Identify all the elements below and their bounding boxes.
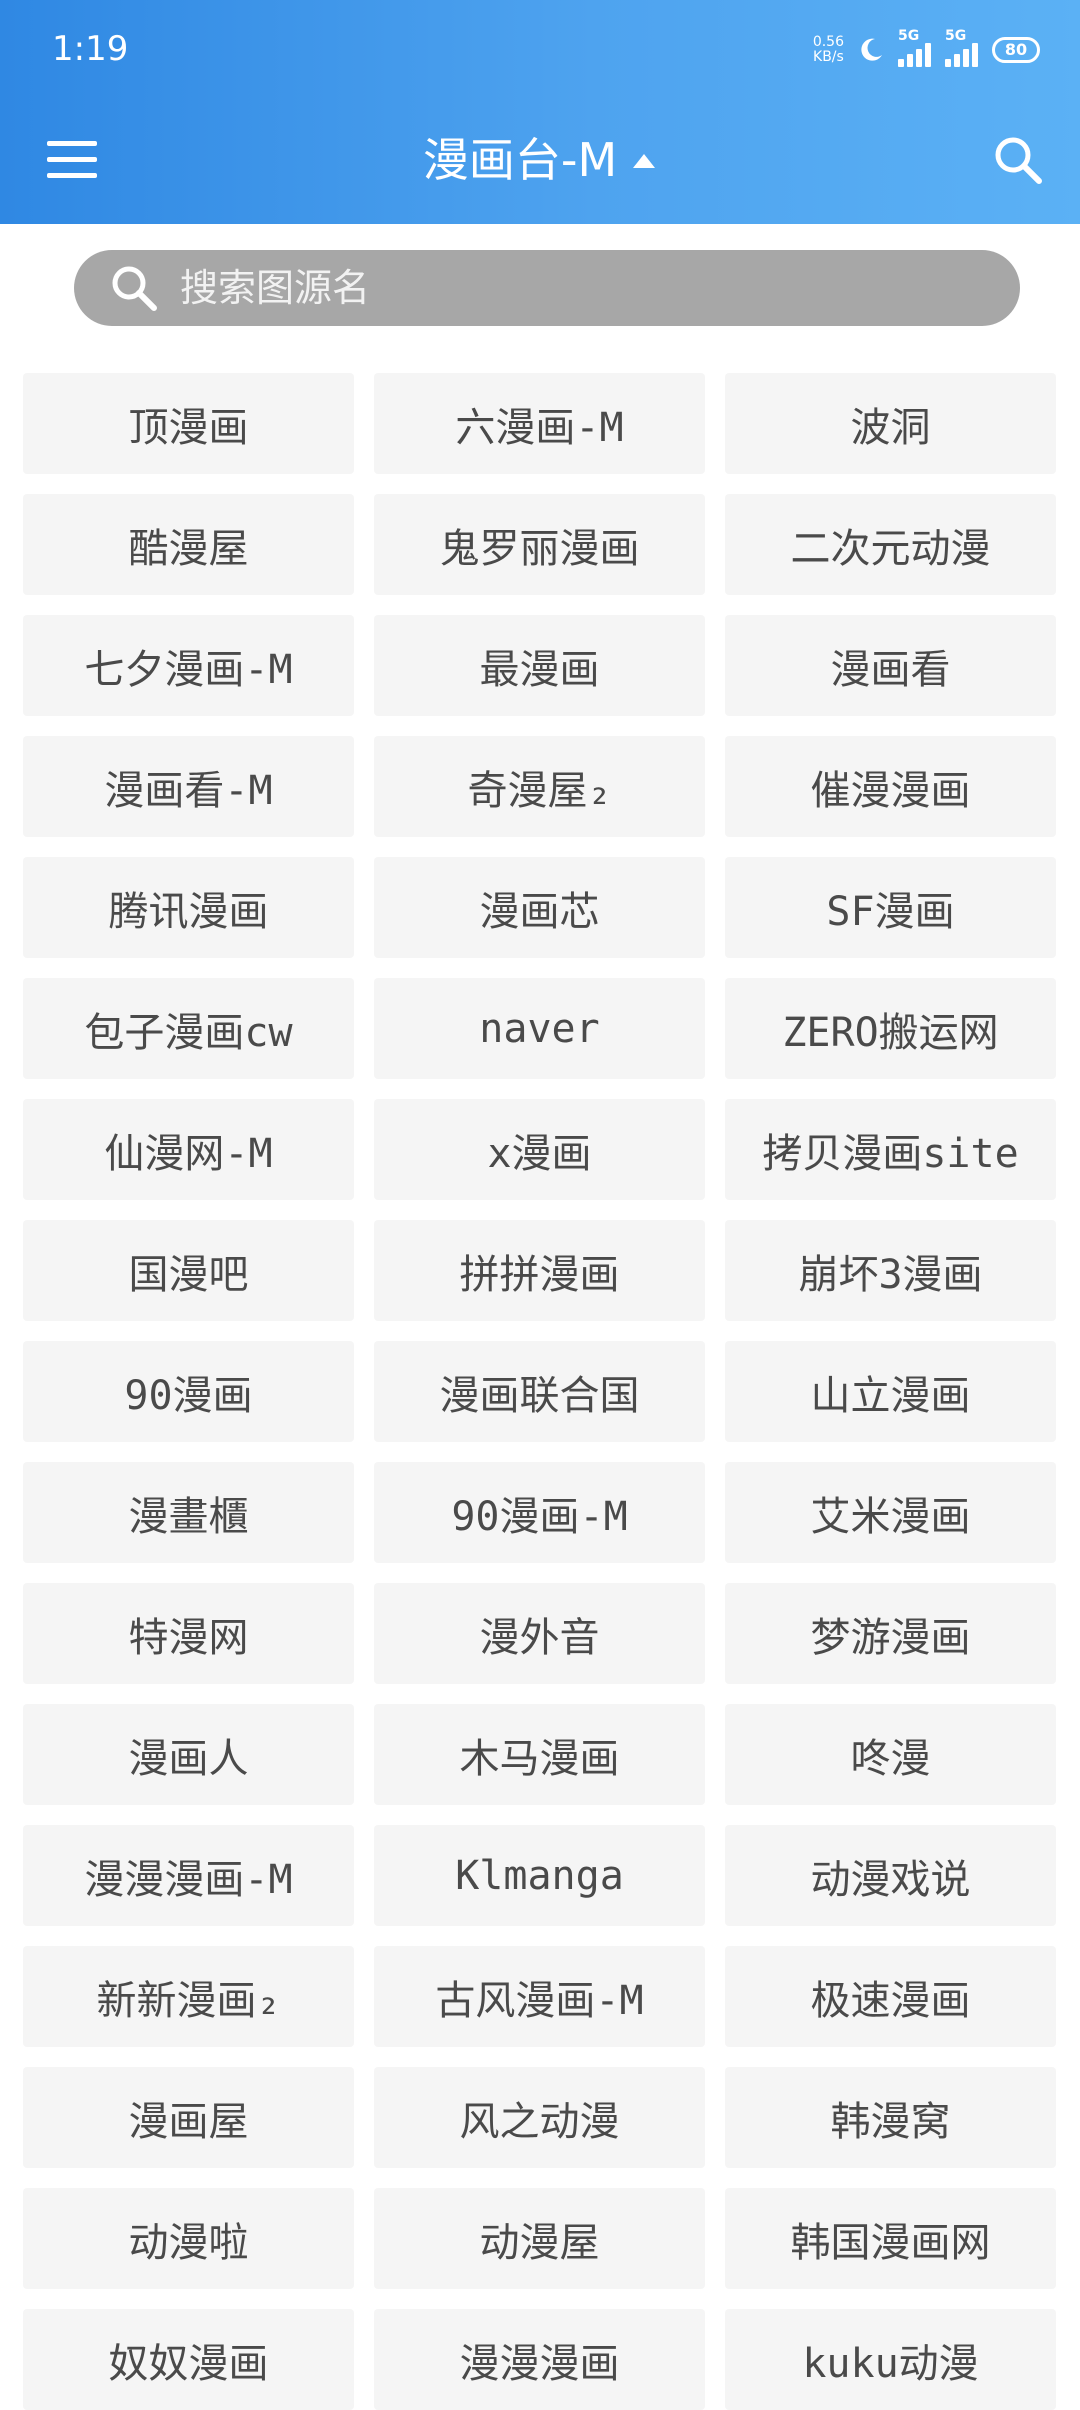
menu-icon[interactable] bbox=[34, 130, 110, 190]
source-tile[interactable]: Klmanga bbox=[374, 1825, 705, 1926]
source-tile[interactable]: 动漫屋 bbox=[374, 2188, 705, 2289]
source-tile[interactable]: 漫漫漫画 bbox=[374, 2309, 705, 2410]
source-selector[interactable]: 漫画台-M bbox=[300, 122, 780, 198]
source-tile[interactable]: 漫漫漫画-M bbox=[23, 1825, 354, 1926]
source-tile[interactable]: 古风漫画-M bbox=[374, 1946, 705, 2047]
network-speed: 0.56 KB/s bbox=[813, 35, 844, 65]
source-search-input[interactable] bbox=[180, 266, 940, 310]
source-tile[interactable]: naver bbox=[374, 978, 705, 1079]
source-tile[interactable]: 鬼罗丽漫画 bbox=[374, 494, 705, 595]
status-bar: 1:19 0.56 KB/s 5G 5G 80 bbox=[0, 0, 1080, 96]
source-tile[interactable]: 腾讯漫画 bbox=[23, 857, 354, 958]
signal-bar bbox=[898, 59, 904, 67]
status-time: 1:19 bbox=[52, 29, 129, 69]
source-tile[interactable]: 风之动漫 bbox=[374, 2067, 705, 2168]
signal-bar bbox=[963, 49, 969, 67]
page-title: 漫画台-M bbox=[422, 133, 618, 187]
toolbar: 漫画台-M bbox=[0, 96, 1080, 224]
signal-strength-1: 5G bbox=[898, 29, 931, 67]
signal-strength-2: 5G bbox=[945, 29, 978, 67]
moon-icon bbox=[861, 38, 882, 61]
app-bar: 1:19 0.56 KB/s 5G 5G 80 漫画台-M bbox=[0, 0, 1080, 224]
source-tile[interactable]: 韩漫窝 bbox=[725, 2067, 1056, 2168]
search-icon bbox=[112, 266, 157, 311]
caret-up-icon bbox=[633, 154, 656, 168]
source-tile[interactable]: 极速漫画 bbox=[725, 1946, 1056, 2047]
source-tile[interactable]: 漫画芯 bbox=[374, 857, 705, 958]
source-tile[interactable]: x漫画 bbox=[374, 1099, 705, 1200]
source-tile[interactable]: 90漫画 bbox=[23, 1341, 354, 1442]
source-tile[interactable]: 二次元动漫 bbox=[725, 494, 1056, 595]
source-search-bar[interactable] bbox=[74, 250, 1020, 326]
signal-bar bbox=[916, 49, 922, 67]
source-tile[interactable]: 崩坏3漫画 bbox=[725, 1220, 1056, 1321]
source-tile[interactable]: 动漫戏说 bbox=[725, 1825, 1056, 1926]
source-tile[interactable]: 漫画人 bbox=[23, 1704, 354, 1805]
source-tile[interactable]: 七夕漫画-M bbox=[23, 615, 354, 716]
source-tile[interactable]: 酷漫屋 bbox=[23, 494, 354, 595]
search-icon-glyph bbox=[995, 137, 1042, 184]
source-tile[interactable]: SF漫画 bbox=[725, 857, 1056, 958]
source-tile[interactable]: 漫画联合国 bbox=[374, 1341, 705, 1442]
source-grid: 顶漫画 六漫画-M 波洞 酷漫屋 鬼罗丽漫画 二次元动漫 七夕漫画-M 最漫画 … bbox=[23, 373, 1057, 2410]
source-tile[interactable]: 仙漫网-M bbox=[23, 1099, 354, 1200]
signal-bar bbox=[925, 43, 931, 67]
battery-indicator: 80 bbox=[992, 37, 1040, 63]
source-tile[interactable]: 梦游漫画 bbox=[725, 1583, 1056, 1684]
source-tile[interactable]: 催漫漫画 bbox=[725, 736, 1056, 837]
source-tile[interactable]: 韩国漫画网 bbox=[725, 2188, 1056, 2289]
source-tile[interactable]: 国漫吧 bbox=[23, 1220, 354, 1321]
source-tile[interactable]: 90漫画-M bbox=[374, 1462, 705, 1563]
signal-bar bbox=[954, 54, 960, 67]
source-tile[interactable]: 包子漫画cw bbox=[23, 978, 354, 1079]
search-icon[interactable] bbox=[982, 124, 1054, 196]
status-indicators: 0.56 KB/s 5G 5G 80 bbox=[813, 28, 1040, 72]
source-tile[interactable]: 拷贝漫画site bbox=[725, 1099, 1056, 1200]
source-tile[interactable]: 特漫网 bbox=[23, 1583, 354, 1684]
source-tile[interactable]: 新新漫画₂ bbox=[23, 1946, 354, 2047]
source-tile[interactable]: 奴奴漫画 bbox=[23, 2309, 354, 2410]
source-tile[interactable]: 顶漫画 bbox=[23, 373, 354, 474]
signal-bar bbox=[972, 43, 978, 67]
source-tile[interactable]: 木马漫画 bbox=[374, 1704, 705, 1805]
source-tile[interactable]: 最漫画 bbox=[374, 615, 705, 716]
source-tile[interactable]: 奇漫屋₂ bbox=[374, 736, 705, 837]
source-tile[interactable]: ZERO搬运网 bbox=[725, 978, 1056, 1079]
source-tile[interactable]: 波洞 bbox=[725, 373, 1056, 474]
source-tile[interactable]: 漫画看-M bbox=[23, 736, 354, 837]
menu-icon-glyph bbox=[47, 141, 97, 178]
source-tile[interactable]: 艾米漫画 bbox=[725, 1462, 1056, 1563]
source-tile[interactable]: 山立漫画 bbox=[725, 1341, 1056, 1442]
source-tile[interactable]: 拼拼漫画 bbox=[374, 1220, 705, 1321]
source-tile[interactable]: 漫畫櫃 bbox=[23, 1462, 354, 1563]
source-tile[interactable]: 动漫啦 bbox=[23, 2188, 354, 2289]
source-tile[interactable]: kuku动漫 bbox=[725, 2309, 1056, 2410]
network-speed-unit: KB/s bbox=[813, 49, 844, 65]
signal-bar bbox=[945, 59, 951, 67]
signal-bar bbox=[907, 54, 913, 67]
source-tile[interactable]: 咚漫 bbox=[725, 1704, 1056, 1805]
signal-2-label: 5G bbox=[945, 28, 967, 44]
source-tile[interactable]: 漫画屋 bbox=[23, 2067, 354, 2168]
network-speed-value: 0.56 bbox=[812, 34, 844, 50]
signal-1-label: 5G bbox=[898, 28, 920, 44]
source-tile[interactable]: 六漫画-M bbox=[374, 373, 705, 474]
source-tile[interactable]: 漫外音 bbox=[374, 1583, 705, 1684]
source-tile[interactable]: 漫画看 bbox=[725, 615, 1056, 716]
